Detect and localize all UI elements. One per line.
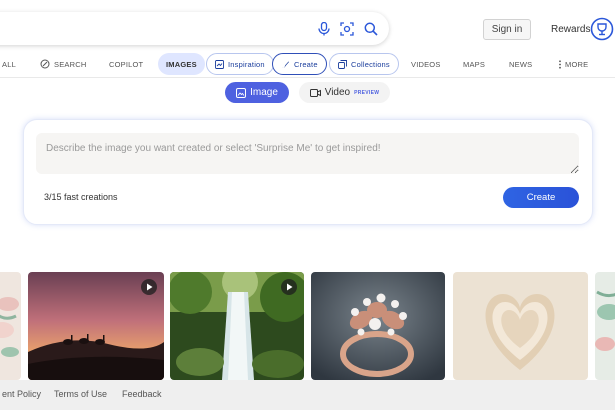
footer-terms-link[interactable]: Terms of Use	[54, 389, 107, 399]
nav-videos[interactable]: VIDEOS	[411, 53, 441, 75]
nav-create[interactable]: Create	[272, 53, 327, 75]
sign-in-button[interactable]: Sign in	[483, 19, 531, 40]
collections-icon	[338, 59, 347, 69]
search-icon[interactable]	[363, 21, 379, 37]
paper-heart-image	[453, 272, 588, 380]
pearl-ring-image	[311, 272, 445, 380]
image-mode-button[interactable]: Image	[225, 82, 289, 103]
nav-inspiration-label: Inspiration	[228, 59, 265, 69]
nav-inspiration[interactable]: Inspiration	[206, 53, 274, 75]
video-mode-button[interactable]: Video PREVIEW	[299, 82, 390, 103]
floral-paper-image	[0, 272, 21, 380]
nav-collections[interactable]: Collections	[329, 53, 399, 75]
nav-search[interactable]: SEARCH	[40, 53, 86, 75]
search-icon	[40, 59, 50, 69]
gallery-item-ring[interactable]	[311, 272, 445, 380]
nav-collections-label: Collections	[351, 59, 390, 69]
nav-divider	[0, 77, 615, 78]
nav-more[interactable]: MORE	[558, 53, 588, 75]
rewards-link[interactable]: Rewards	[551, 24, 590, 35]
nav-copilot[interactable]: COPILOT	[109, 53, 143, 75]
video-play-icon[interactable]	[281, 279, 297, 295]
nav-all[interactable]: ALL	[2, 53, 16, 75]
gallery-item-floral[interactable]	[0, 272, 21, 380]
prompt-input[interactable]	[36, 133, 579, 174]
video-mode-label: Video	[324, 87, 351, 98]
gallery-item-heart[interactable]	[453, 272, 588, 380]
video-play-icon[interactable]	[141, 279, 157, 295]
nav-maps[interactable]: MAPS	[463, 53, 485, 75]
navigation-bar: ALL SEARCH COPILOT IMAGES Inspiration Cr…	[0, 53, 615, 75]
gallery-item-waterfall[interactable]	[170, 272, 304, 380]
gallery-item-floral-2[interactable]	[595, 272, 615, 380]
visual-search-icon[interactable]	[339, 21, 355, 37]
footer-privacy-link[interactable]: ent Policy	[2, 389, 41, 399]
image-icon	[236, 87, 247, 98]
nav-images[interactable]: IMAGES	[158, 53, 205, 75]
nav-news[interactable]: NEWS	[509, 53, 532, 75]
create-button[interactable]: Create	[503, 187, 579, 208]
footer: ent Policy Terms of Use Feedback	[0, 380, 615, 410]
microphone-icon[interactable]	[316, 21, 332, 37]
floral-paper-image-2	[595, 272, 615, 380]
create-brush-icon	[282, 61, 289, 68]
fast-creations-counter: 3/15 fast creations	[44, 192, 118, 202]
video-icon	[309, 88, 321, 97]
more-dots-icon	[559, 59, 561, 69]
inspiration-icon	[215, 59, 224, 69]
gallery-item-desert[interactable]	[28, 272, 164, 380]
image-mode-label: Image	[250, 87, 278, 98]
nav-create-label: Create	[294, 59, 318, 69]
preview-badge: PREVIEW	[354, 89, 380, 96]
rewards-trophy-icon[interactable]	[590, 17, 614, 41]
nav-more-label: MORE	[565, 59, 589, 69]
nav-search-label: SEARCH	[54, 59, 87, 69]
footer-feedback-link[interactable]: Feedback	[122, 389, 162, 399]
